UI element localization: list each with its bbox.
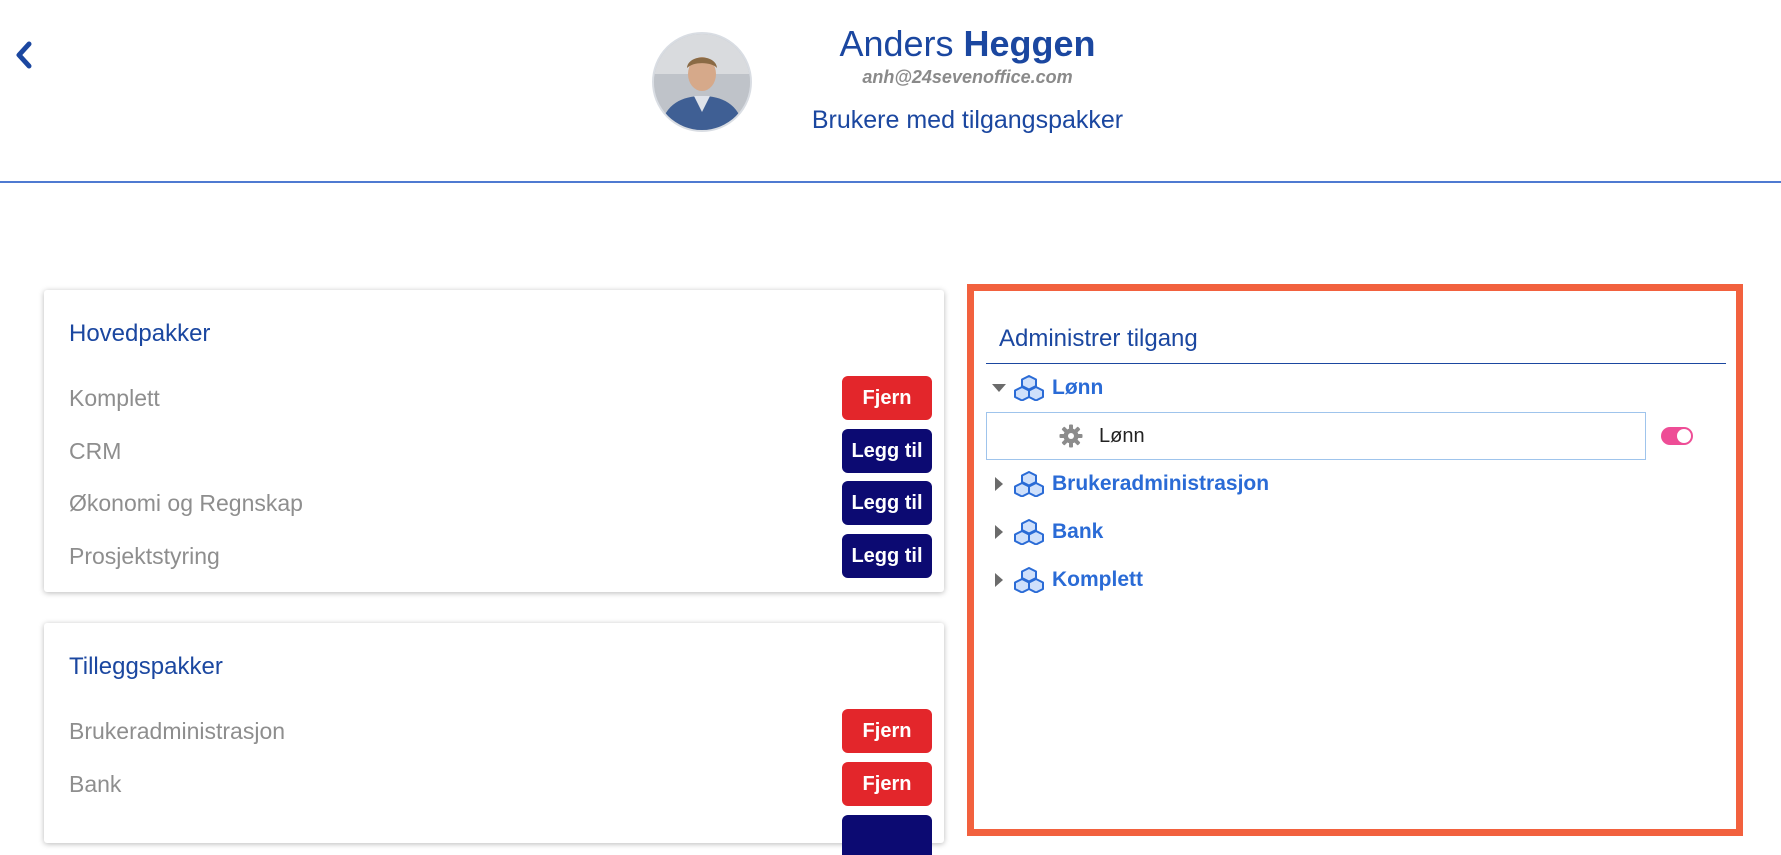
package-label: Økonomi og Regnskap: [69, 489, 303, 516]
permission-toggle[interactable]: [1661, 427, 1693, 445]
tree-node-bank[interactable]: Bank: [986, 517, 1103, 547]
tree-node-lonn[interactable]: Lønn: [986, 373, 1103, 403]
add-button[interactable]: [842, 815, 932, 855]
tree-node-brukeradministrasjon[interactable]: Brukeradministrasjon: [986, 469, 1269, 499]
package-label: CRM: [69, 437, 122, 464]
cubes-icon: [1014, 519, 1044, 545]
cubes-icon: [1014, 375, 1044, 401]
user-first-name: Anders: [839, 23, 954, 64]
remove-button[interactable]: Fjern: [842, 762, 932, 806]
main-packages-card: Hovedpakker Komplett Fjern CRM Legg til …: [44, 290, 944, 592]
remove-button[interactable]: Fjern: [842, 709, 932, 753]
addon-packages-title: Tilleggspakker: [69, 653, 223, 680]
remove-button[interactable]: Fjern: [842, 376, 932, 420]
caret-right-icon[interactable]: [986, 573, 1012, 587]
tree-node-label: Komplett: [1052, 568, 1143, 591]
avatar: [652, 32, 752, 132]
access-admin-title: Administrer tilgang: [999, 325, 1198, 352]
permission-row-lonn[interactable]: Lønn: [986, 412, 1646, 460]
user-last-name: Heggen: [963, 23, 1096, 64]
add-button[interactable]: Legg til: [842, 429, 932, 473]
cubes-icon: [1014, 471, 1044, 497]
user-name: Anders Heggen: [760, 22, 1175, 66]
tree-node-label: Brukeradministrasjon: [1052, 472, 1270, 495]
header-divider: [0, 181, 1781, 183]
package-label: Komplett: [69, 384, 160, 411]
access-admin-panel: Administrer tilgang Lønn Lønn Brukeradmi…: [967, 284, 1743, 836]
permission-label: Lønn: [1099, 424, 1145, 447]
gear-icon: [1059, 424, 1083, 448]
package-row-crm: CRM Legg til: [69, 429, 932, 473]
toggle-knob: [1677, 429, 1691, 443]
user-header: Anders Heggen anh@24sevenoffice.com Bruk…: [760, 22, 1175, 136]
tree-node-label: Bank: [1052, 520, 1104, 543]
user-email: anh@24sevenoffice.com: [862, 67, 1073, 87]
package-row-bank: Bank Fjern: [69, 762, 932, 806]
page-subtitle: Brukere med tilgangspakker: [811, 106, 1124, 134]
package-label: Prosjektstyring: [69, 542, 220, 569]
tree-node-label: Lønn: [1052, 376, 1104, 399]
caret-right-icon[interactable]: [986, 477, 1012, 491]
back-button[interactable]: [12, 38, 36, 72]
main-packages-title: Hovedpakker: [69, 320, 211, 347]
access-admin-divider: [986, 363, 1726, 364]
addon-packages-card: Tilleggspakker Brukeradministrasjon Fjer…: [44, 623, 944, 855]
add-button[interactable]: Legg til: [842, 481, 932, 525]
add-button[interactable]: Legg til: [842, 534, 932, 578]
tree-node-komplett[interactable]: Komplett: [986, 565, 1143, 595]
package-row-komplett: Komplett Fjern: [69, 376, 932, 420]
package-row-prosjektstyring: Prosjektstyring Legg til: [69, 534, 932, 578]
caret-down-icon[interactable]: [986, 383, 1012, 393]
chevron-left-icon: [16, 41, 32, 69]
package-row-okonomi: Økonomi og Regnskap Legg til: [69, 481, 932, 525]
cubes-icon: [1014, 567, 1044, 593]
caret-right-icon[interactable]: [986, 525, 1012, 539]
package-row-brukeradministrasjon: Brukeradministrasjon Fjern: [69, 709, 932, 753]
package-label: Bank: [69, 770, 122, 797]
package-label: Brukeradministrasjon: [69, 717, 286, 744]
